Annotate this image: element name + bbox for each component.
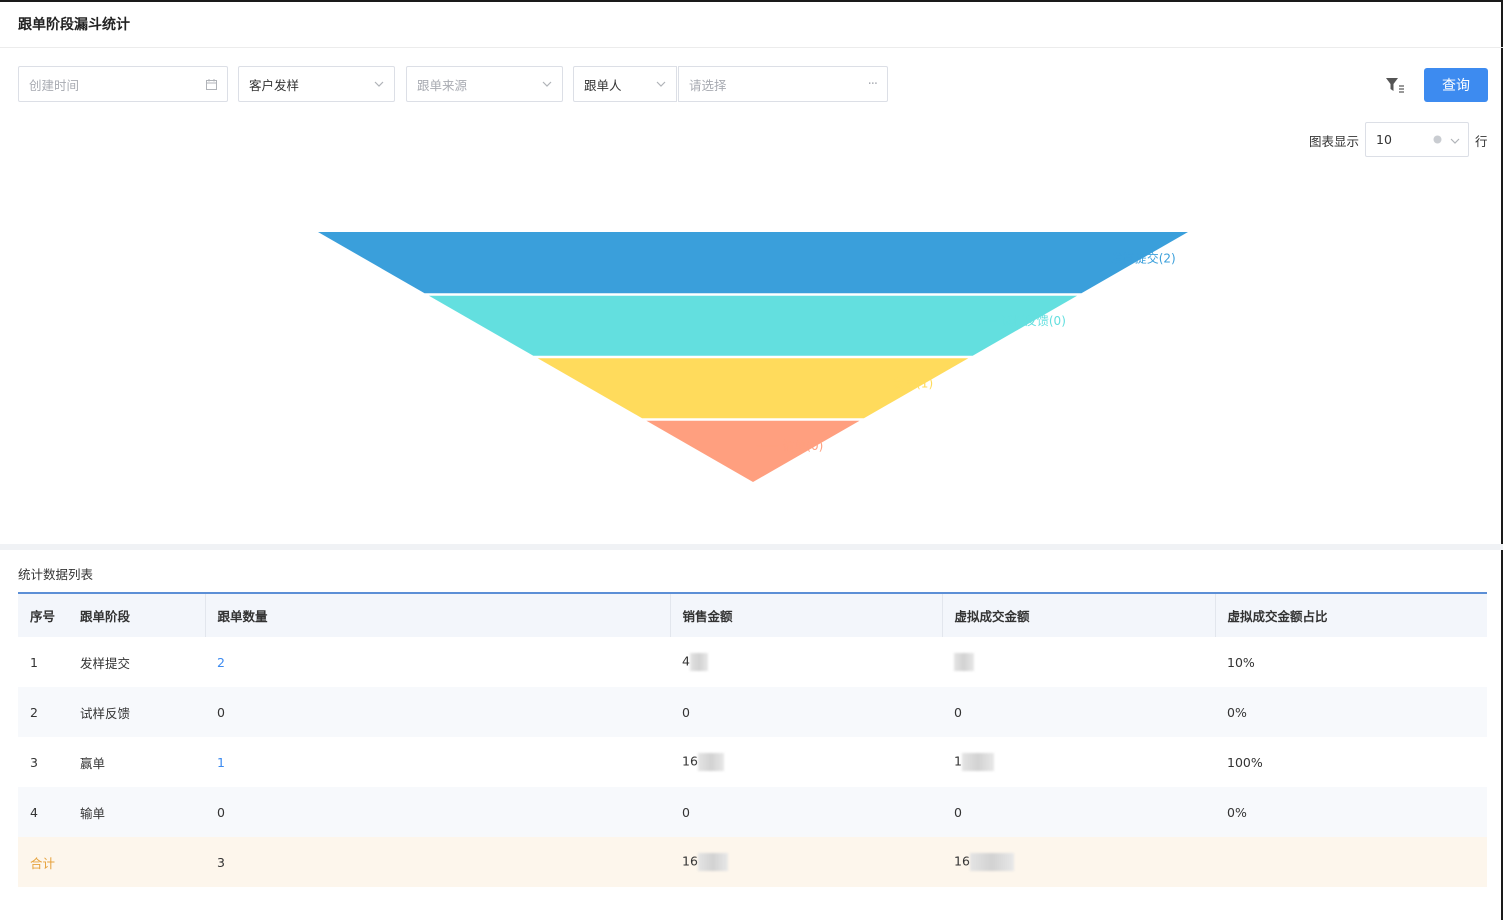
funnel-segment-4[interactable]: [646, 420, 860, 482]
redacted-value: [954, 653, 974, 671]
col-header-no: 序号: [18, 592, 68, 637]
source-select-placeholder: 跟单来源: [417, 77, 468, 93]
chart-display-label: 图表显示: [1309, 134, 1360, 149]
row-sales: 0: [682, 804, 690, 820]
funnel-segment-2[interactable]: [428, 295, 1078, 356]
redacted-value: [697, 753, 724, 771]
row-virtual: 1: [954, 753, 962, 769]
table-row: 4 输单 0 0 0 0%: [18, 787, 1487, 837]
list-title: 统计数据列表: [18, 567, 94, 582]
table-total-row: 合计 3 16 16: [18, 837, 1487, 887]
header-divider: [0, 47, 1503, 48]
redacted-value: [697, 853, 728, 871]
row-sales: 4: [682, 653, 690, 669]
calendar-icon: [206, 78, 217, 90]
funnel-label-2: 试样反馈(0): [1001, 313, 1066, 328]
source-select[interactable]: 跟单来源: [406, 66, 563, 102]
total-virtual: 16: [954, 853, 970, 869]
funnel-label-1: 发样提交(2): [1111, 250, 1176, 265]
row-stage: 赢单: [80, 755, 106, 771]
funnel-chart-svg: 发样提交(2) 试样反馈(0) 赢单(1) 输单(0): [318, 232, 1188, 482]
table-row: 3 赢单 1 16 1 100%: [18, 737, 1487, 787]
total-label: 合计: [30, 855, 56, 871]
col-header-sales: 销售金额: [669, 592, 942, 637]
row-count-link[interactable]: 1: [217, 755, 225, 770]
query-button[interactable]: 查询: [1424, 68, 1488, 102]
chart-rows-select[interactable]: 10: [1365, 122, 1469, 157]
row-count-link[interactable]: 2: [217, 655, 225, 670]
more-icon[interactable]: ···: [868, 77, 878, 92]
chevron-down-icon: [656, 81, 666, 87]
page-title: 跟单阶段漏斗统计: [18, 17, 130, 33]
redacted-value: [961, 753, 994, 771]
row-no: 4: [30, 804, 38, 820]
funnel-segment-1[interactable]: [318, 232, 1188, 294]
redacted-value: [969, 853, 1014, 871]
filter-icon[interactable]: [1384, 74, 1406, 96]
chevron-down-icon: [1450, 132, 1460, 147]
col-header-virtual: 虚拟成交金额: [941, 592, 1215, 637]
chevron-down-icon: [542, 81, 552, 87]
total-sales: 16: [682, 853, 698, 869]
stage-select-value: 客户发样: [249, 77, 300, 93]
person-picker[interactable]: 请选择 ···: [678, 66, 888, 102]
funnel-chart: 发样提交(2) 试样反馈(0) 赢单(1) 输单(0): [0, 160, 1503, 540]
stats-table: 序号 跟单阶段 跟单数量 销售金额 虚拟成交金额 虚拟成交金额占比 1 发样提交…: [18, 592, 1487, 887]
chart-rows-value: 10: [1376, 132, 1392, 147]
row-ratio: 100%: [1227, 754, 1263, 770]
row-count: 0: [217, 704, 225, 720]
row-ratio: 0%: [1227, 704, 1247, 720]
table-row: 1 发样提交 2 4 10%: [18, 637, 1487, 687]
row-sales: 16: [682, 753, 698, 769]
row-virtual: 0: [954, 704, 962, 720]
clear-icon[interactable]: [1433, 132, 1442, 147]
section-separator: [0, 544, 1503, 550]
row-virtual: 0: [954, 804, 962, 820]
row-ratio: 0%: [1227, 804, 1247, 820]
chevron-down-icon: [374, 81, 384, 87]
create-time-picker[interactable]: 创建时间: [18, 66, 228, 102]
funnel-label-3: 赢单(1): [892, 375, 933, 390]
redacted-value: [689, 653, 708, 671]
row-stage: 发样提交: [80, 655, 131, 671]
row-no: 3: [30, 754, 38, 770]
person-picker-placeholder: 请选择: [689, 77, 727, 93]
total-ratio: [1215, 837, 1487, 887]
create-time-placeholder: 创建时间: [29, 77, 80, 93]
chart-rows-suffix: 行: [1475, 134, 1488, 149]
row-no: 1: [30, 654, 38, 670]
row-ratio: 10%: [1227, 654, 1255, 670]
row-stage: 试样反馈: [80, 705, 131, 721]
row-no: 2: [30, 704, 38, 720]
funnel-label-4: 输单(0): [782, 438, 823, 453]
row-stage: 输单: [80, 805, 106, 821]
person-type-value: 跟单人: [584, 77, 622, 93]
table-header-row: 序号 跟单阶段 跟单数量 销售金额 虚拟成交金额 虚拟成交金额占比: [18, 592, 1487, 637]
col-header-stage: 跟单阶段: [68, 592, 205, 637]
stage-select[interactable]: 客户发样: [238, 66, 395, 102]
person-type-select[interactable]: 跟单人: [573, 66, 677, 102]
total-count: 3: [217, 854, 225, 870]
col-header-count: 跟单数量: [204, 592, 670, 637]
table-row: 2 试样反馈 0 0 0 0%: [18, 687, 1487, 737]
row-count: 0: [217, 804, 225, 820]
row-sales: 0: [682, 704, 690, 720]
col-header-ratio: 虚拟成交金额占比: [1214, 592, 1487, 637]
